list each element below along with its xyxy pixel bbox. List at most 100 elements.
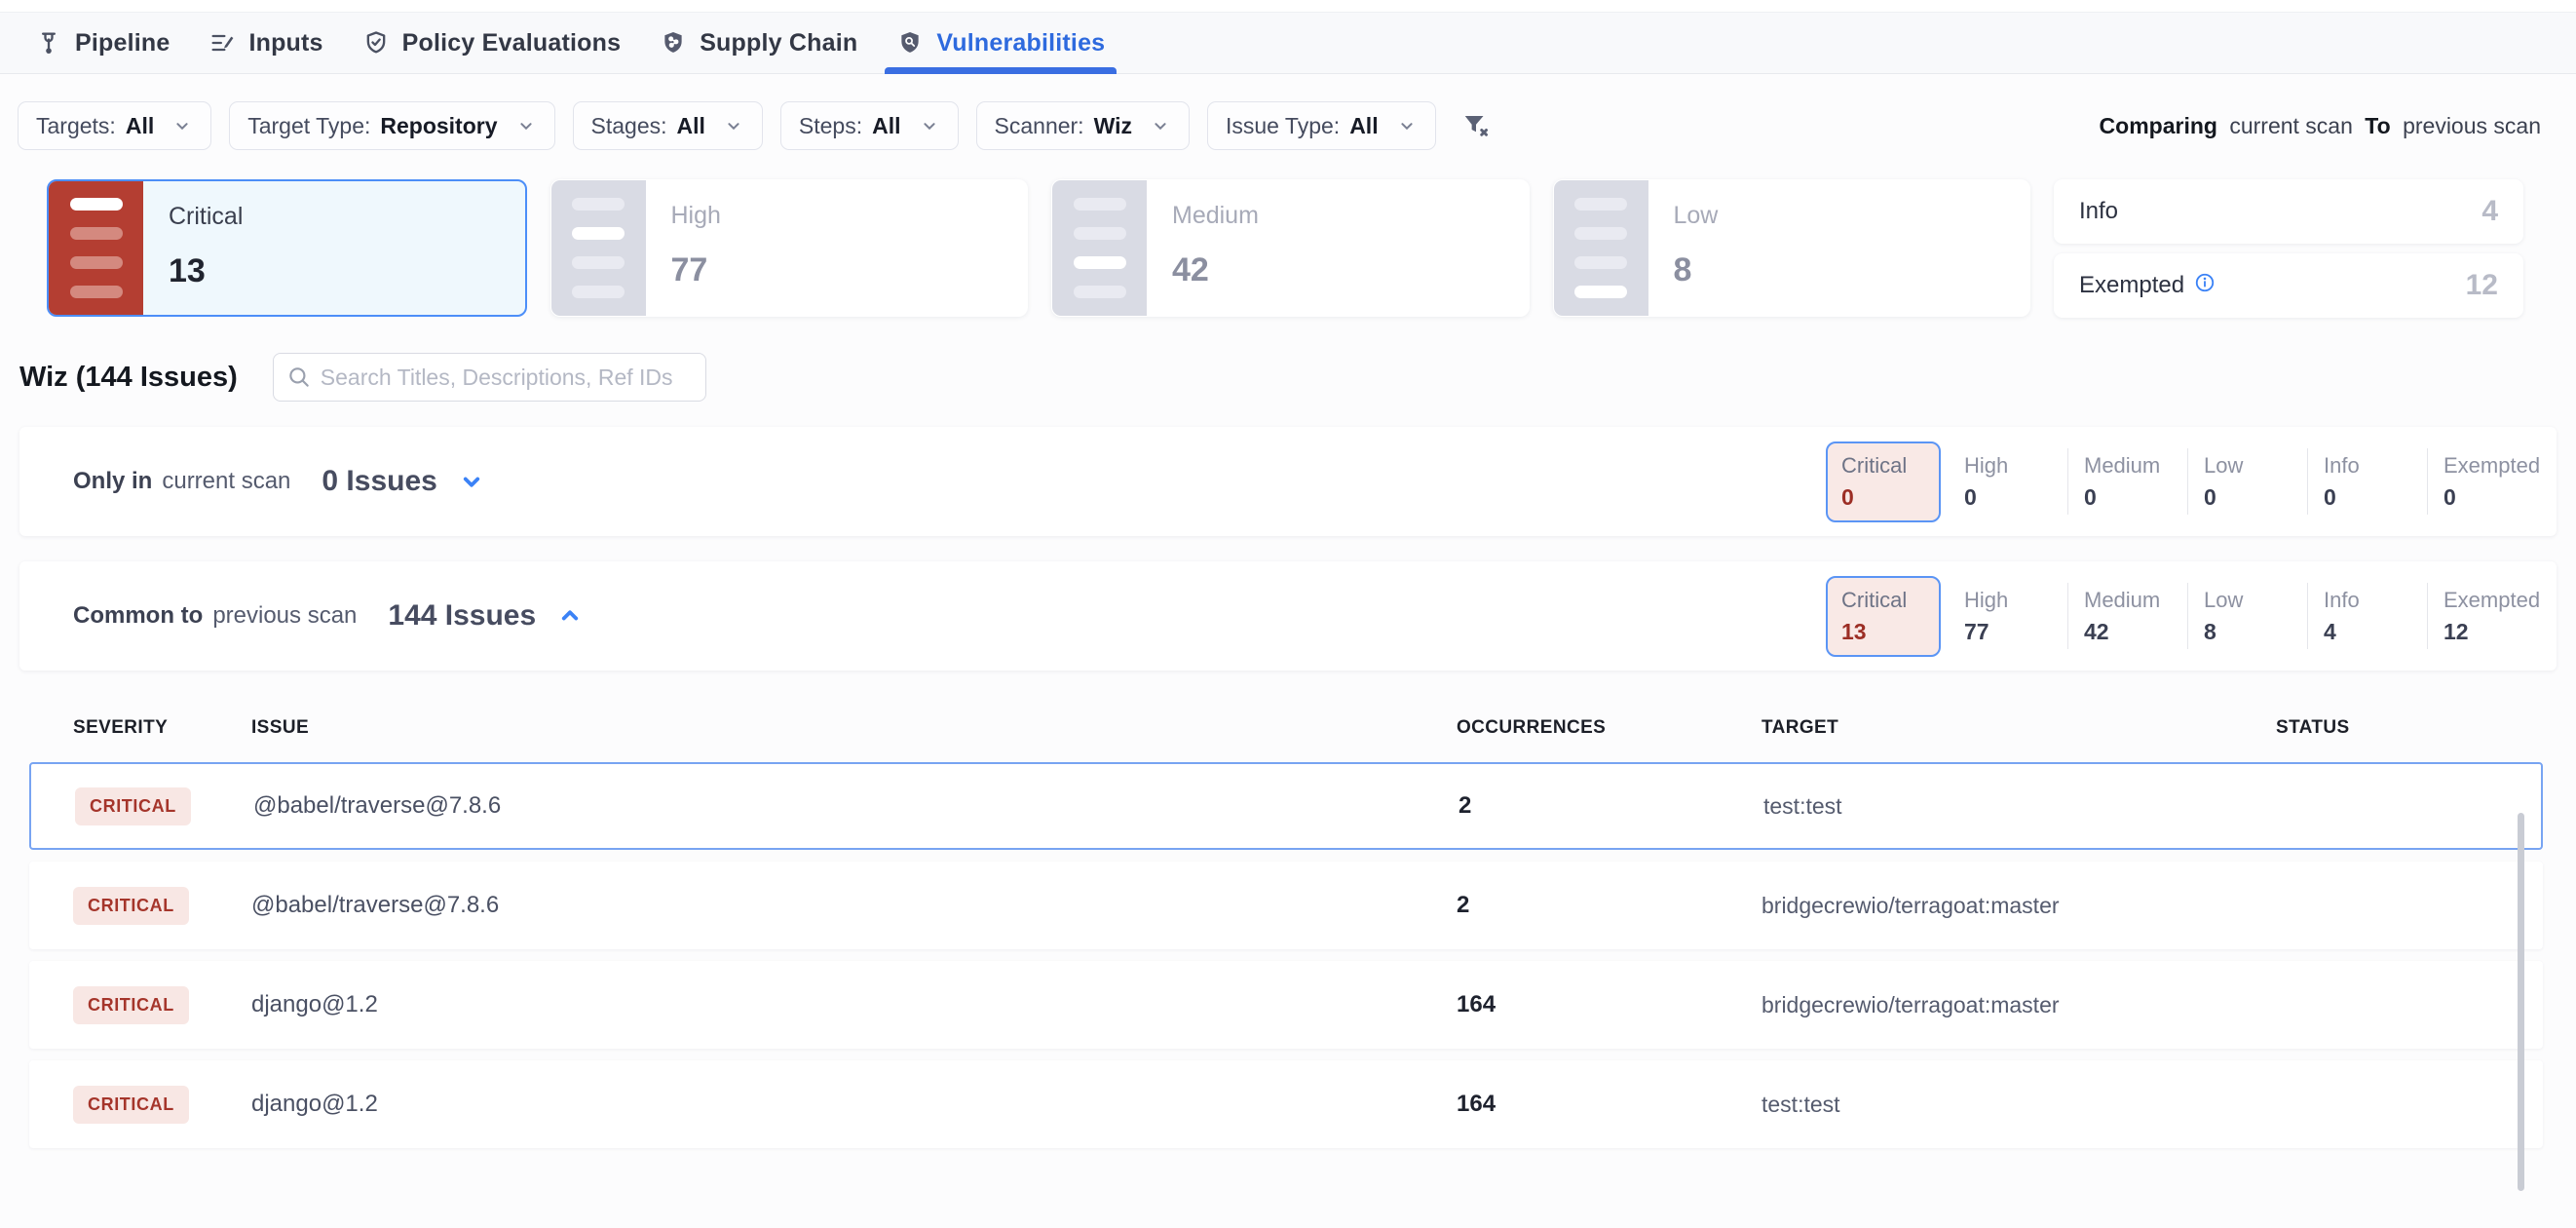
table-row[interactable]: CRITICAL django@1.2 164 bridgecrewio/ter… <box>29 961 2543 1049</box>
chip-value: 0 <box>2443 484 2545 511</box>
severity-gauge-high-icon <box>551 180 646 316</box>
tab-bar: Pipeline Inputs Policy Evaluations <box>0 12 2576 74</box>
tab-inputs[interactable]: Inputs <box>189 13 342 73</box>
chip-info[interactable]: Info 4 <box>2310 578 2425 655</box>
chip-label: Info <box>2324 588 2425 613</box>
chip-critical[interactable]: Critical 0 <box>1826 441 1941 522</box>
severity-card-label: Critical <box>169 203 243 231</box>
chip-value: 0 <box>2204 484 2305 511</box>
filter-steps[interactable]: Steps: All <box>780 101 959 150</box>
chip-low[interactable]: Low 8 <box>2190 578 2305 655</box>
table-header-row: SEVERITY ISSUE OCCURRENCES TARGET STATUS <box>29 700 2543 756</box>
chip-high[interactable]: High 77 <box>1951 578 2065 655</box>
chip-label: Critical <box>1841 453 1939 479</box>
info-circle-icon[interactable] <box>2194 272 2216 300</box>
search-input[interactable] <box>273 353 706 402</box>
chip-divider <box>2307 448 2308 515</box>
filter-value: Repository <box>380 113 497 139</box>
issue-cell: django@1.2 <box>251 991 1457 1018</box>
exempted-card-label: Exempted <box>2079 272 2184 299</box>
target-cell: test:test <box>1762 1092 2276 1118</box>
chip-label: High <box>1964 588 2065 613</box>
chevron-up-icon[interactable] <box>555 601 585 631</box>
filter-label: Steps: <box>799 113 862 139</box>
severity-chips-current: Critical 0 High 0 Medium 0 Low 0 Info 0 <box>1826 441 2545 522</box>
chip-value: 13 <box>1841 619 1939 645</box>
occurrences-cell: 2 <box>1457 892 1762 919</box>
chip-label: Medium <box>2084 453 2185 479</box>
chip-medium[interactable]: Medium 0 <box>2070 443 2185 520</box>
severity-card-critical[interactable]: Critical 13 <box>47 179 527 317</box>
side-cards-column: Info 4 Exempted 12 <box>2054 179 2523 318</box>
scanner-title: Wiz (144 Issues) <box>19 362 238 394</box>
table-row[interactable]: CRITICAL django@1.2 164 test:test <box>29 1060 2543 1148</box>
info-card[interactable]: Info 4 <box>2054 179 2523 244</box>
severity-card-count: 77 <box>671 251 721 289</box>
chip-label: Critical <box>1841 588 1939 613</box>
scanner-section-header: Wiz (144 Issues) <box>0 318 2576 402</box>
chip-medium[interactable]: Medium 42 <box>2070 578 2185 655</box>
chip-value: 77 <box>1964 619 2065 645</box>
band-title-rest: current scan <box>162 468 290 495</box>
chip-label: Medium <box>2084 588 2185 613</box>
chip-high[interactable]: High 0 <box>1951 443 2065 520</box>
common-to-previous-scan-band: Common to previous scan 144 Issues Criti… <box>19 561 2557 671</box>
filter-value: All <box>677 113 705 139</box>
severity-card-medium[interactable]: Medium 42 <box>1051 179 1530 317</box>
vertical-scrollbar[interactable] <box>2518 813 2524 1191</box>
filter-issue-type[interactable]: Issue Type: All <box>1207 101 1436 150</box>
filter-row: Targets: All Target Type: Repository Sta… <box>0 74 2576 150</box>
clear-filters-icon[interactable] <box>1461 111 1491 140</box>
chip-divider <box>2067 583 2068 649</box>
severity-card-label: Medium <box>1172 202 1259 230</box>
occurrences-cell: 164 <box>1457 1091 1762 1118</box>
chevron-down-icon <box>1396 115 1418 136</box>
filter-label: Issue Type: <box>1226 113 1340 139</box>
table-row[interactable]: CRITICAL @babel/traverse@7.8.6 2 test:te… <box>29 762 2543 850</box>
severity-card-low[interactable]: Low 8 <box>1553 179 2031 317</box>
chip-value: 4 <box>2324 619 2425 645</box>
tab-label: Pipeline <box>75 29 170 58</box>
chip-critical[interactable]: Critical 13 <box>1826 576 1941 657</box>
severity-gauge-medium-icon <box>1052 180 1147 316</box>
tab-supply-chain[interactable]: Supply Chain <box>640 13 877 73</box>
exempted-card[interactable]: Exempted 12 <box>2054 253 2523 318</box>
column-header-target: TARGET <box>1762 717 2276 739</box>
severity-gauge-low-icon <box>1554 180 1648 316</box>
severity-card-count: 13 <box>169 252 243 290</box>
tab-label: Supply Chain <box>700 29 857 58</box>
chevron-down-icon[interactable] <box>457 467 486 496</box>
chevron-down-icon <box>515 115 537 136</box>
column-header-issue: ISSUE <box>251 717 1457 739</box>
severity-card-high[interactable]: High 77 <box>550 179 1029 317</box>
chip-info[interactable]: Info 0 <box>2310 443 2425 520</box>
chip-divider <box>2067 448 2068 515</box>
chevron-down-icon <box>919 115 940 136</box>
tab-pipeline[interactable]: Pipeline <box>16 13 189 73</box>
chip-exempted[interactable]: Exempted 0 <box>2430 443 2545 520</box>
filter-target-type[interactable]: Target Type: Repository <box>229 101 554 150</box>
issue-cell: @babel/traverse@7.8.6 <box>253 792 1458 820</box>
table-row[interactable]: CRITICAL @babel/traverse@7.8.6 2 bridgec… <box>29 862 2543 949</box>
occurrences-cell: 164 <box>1457 991 1762 1018</box>
tab-policy-evaluations[interactable]: Policy Evaluations <box>343 13 641 73</box>
table-body: CRITICAL @babel/traverse@7.8.6 2 test:te… <box>29 762 2543 1148</box>
target-cell: test:test <box>1763 793 2278 820</box>
comparing-previous: previous scan <box>2403 113 2541 138</box>
comparing-bold: Comparing <box>2100 113 2217 138</box>
band-issue-count: 0 Issues <box>322 465 436 498</box>
tab-vulnerabilities[interactable]: Vulnerabilities <box>877 13 1124 73</box>
comparing-to: To <box>2365 113 2390 138</box>
target-cell: bridgecrewio/terragoat:master <box>1762 893 2276 919</box>
filter-stages[interactable]: Stages: All <box>573 101 763 150</box>
severity-badge: CRITICAL <box>73 1086 189 1124</box>
chip-low[interactable]: Low 0 <box>2190 443 2305 520</box>
filter-targets[interactable]: Targets: All <box>18 101 211 150</box>
chip-label: Exempted <box>2443 453 2545 479</box>
vulnerabilities-page: Pipeline Inputs Policy Evaluations <box>0 0 2576 1228</box>
chip-exempted[interactable]: Exempted 12 <box>2430 578 2545 655</box>
filter-scanner[interactable]: Scanner: Wiz <box>976 101 1190 150</box>
filter-label: Target Type: <box>247 113 370 139</box>
target-cell: bridgecrewio/terragoat:master <box>1762 992 2276 1018</box>
chip-value: 0 <box>2324 484 2425 511</box>
